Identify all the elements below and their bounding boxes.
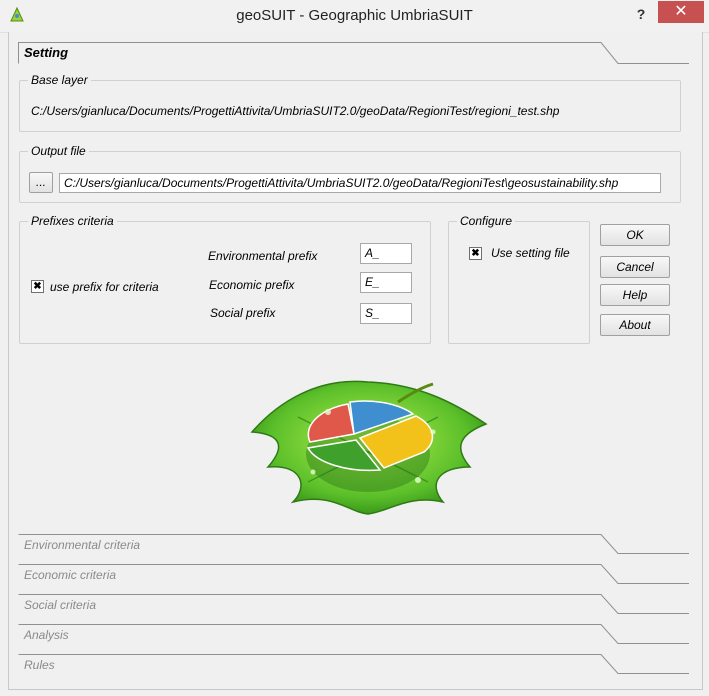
close-button[interactable]: ✕ bbox=[658, 1, 704, 23]
ok-button[interactable]: OK bbox=[600, 224, 670, 246]
output-file-group: Output file ... C:/Users/gianluca/Docume… bbox=[19, 144, 681, 203]
browse-button[interactable]: ... bbox=[29, 172, 53, 193]
cancel-button[interactable]: Cancel bbox=[600, 256, 670, 278]
base-layer-group: Base layer C:/Users/gianluca/Documents/P… bbox=[19, 73, 681, 132]
tab-analysis-label: Analysis bbox=[24, 628, 69, 642]
tab-rules-label: Rules bbox=[24, 658, 55, 672]
environmental-prefix-input[interactable]: A_ bbox=[360, 243, 412, 264]
use-prefix-label: use prefix for criteria bbox=[50, 280, 159, 294]
tab-rules[interactable]: Rules bbox=[18, 654, 689, 676]
use-setting-label: Use setting file bbox=[491, 246, 570, 260]
economic-prefix-input[interactable]: E_ bbox=[360, 272, 412, 293]
tab-economic-label: Economic criteria bbox=[24, 568, 117, 582]
tab-analysis[interactable]: Analysis bbox=[18, 624, 689, 646]
tab-social-criteria[interactable]: Social criteria bbox=[18, 594, 689, 616]
configure-group: Configure ✖ Use setting file bbox=[448, 214, 590, 344]
output-file-title: Output file bbox=[28, 144, 89, 158]
use-setting-checkbox[interactable]: ✖ bbox=[469, 247, 482, 260]
tab-social-outline bbox=[18, 594, 689, 614]
tab-environmental-criteria[interactable]: Environmental criteria bbox=[18, 534, 689, 556]
tab-setting[interactable]: Setting bbox=[18, 42, 689, 64]
title-bar: geoSUIT - Geographic UmbriaSUIT ? ✕ bbox=[0, 0, 709, 33]
tab-rules-outline bbox=[18, 654, 689, 674]
tab-environmental-label: Environmental criteria bbox=[24, 538, 141, 552]
geosuit-logo bbox=[248, 372, 488, 517]
base-layer-title: Base layer bbox=[28, 73, 91, 87]
tab-analysis-outline bbox=[18, 624, 689, 644]
tab-setting-outline bbox=[18, 42, 689, 64]
base-layer-path: C:/Users/gianluca/Documents/ProgettiAtti… bbox=[31, 104, 560, 118]
social-prefix-input[interactable]: S_ bbox=[360, 303, 412, 324]
prefixes-title: Prefixes criteria bbox=[28, 214, 117, 228]
social-prefix-label: Social prefix bbox=[210, 306, 276, 320]
output-path-input[interactable]: C:/Users/gianluca/Documents/ProgettiAtti… bbox=[59, 173, 661, 193]
prefixes-group: Prefixes criteria ✖ use prefix for crite… bbox=[19, 214, 431, 344]
tab-social-label: Social criteria bbox=[24, 598, 97, 612]
about-button[interactable]: About bbox=[600, 314, 670, 336]
economic-prefix-label: Economic prefix bbox=[209, 278, 295, 292]
help-button[interactable]: Help bbox=[600, 284, 670, 306]
tab-economic-criteria[interactable]: Economic criteria bbox=[18, 564, 689, 586]
environmental-prefix-label: Environmental prefix bbox=[208, 249, 318, 263]
tab-setting-label: Setting bbox=[24, 45, 69, 60]
configure-title: Configure bbox=[457, 214, 516, 228]
use-prefix-checkbox[interactable]: ✖ bbox=[31, 280, 44, 293]
window-title: geoSUIT - Geographic UmbriaSUIT bbox=[236, 7, 473, 24]
tab-economic-outline bbox=[18, 564, 689, 584]
help-icon[interactable]: ? bbox=[631, 4, 651, 24]
